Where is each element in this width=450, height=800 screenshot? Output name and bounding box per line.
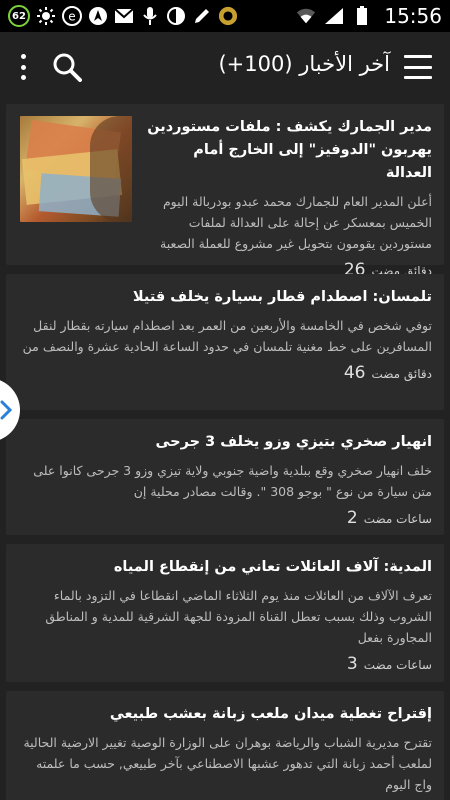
- mail-icon: [114, 6, 134, 26]
- article-card[interactable]: تلمسان: اصطدام قطار بسيارة يخلف قتيلا تو…: [6, 274, 444, 410]
- article-title[interactable]: إقتراح تغطية ميدان ملعب زبانة بعشب طبيعي: [20, 703, 432, 726]
- clock: 15:56: [384, 4, 442, 28]
- ring-app-icon: [218, 6, 238, 26]
- article-time: دقائق مضت 46: [20, 363, 432, 383]
- microphone-icon: [140, 6, 160, 26]
- article-title[interactable]: مدير الجمارك يكشف : ملفات مستوردين يهربو…: [144, 116, 432, 185]
- status-bar-left: 62 e: [8, 5, 238, 27]
- article-card[interactable]: انهيار صخري بتيزي وزو يخلف 3 جرحى خلف ان…: [6, 419, 444, 535]
- article-time-unit: ساعات مضت: [363, 512, 432, 526]
- chevron-right-icon: [0, 400, 12, 420]
- app-bar: آخر الأخبار (100+): [0, 32, 450, 102]
- article-title[interactable]: المدية: آلاف العائلات تعاني من إنقطاع ال…: [20, 556, 432, 579]
- overflow-menu-icon[interactable]: [18, 54, 28, 80]
- article-card[interactable]: مدير الجمارك يكشف : ملفات مستوردين يهربو…: [6, 104, 444, 280]
- article-time-number: 3: [346, 654, 358, 674]
- news-feed: مدير الجمارك يكشف : ملفات مستوردين يهربو…: [6, 104, 444, 800]
- page-title: آخر الأخبار (100+): [218, 52, 390, 76]
- e-app-icon: e: [62, 6, 82, 26]
- wifi-icon: [296, 6, 316, 26]
- article-snippet: أعلن المدير العام للجمارك محمد عبدو بودر…: [160, 194, 432, 251]
- article-time: ساعات مضت 3: [20, 654, 432, 674]
- article-time: ساعات مضت 2: [20, 508, 432, 528]
- article-title[interactable]: انهيار صخري بتيزي وزو يخلف 3 جرحى: [20, 431, 433, 454]
- article-time-number: 46: [343, 363, 366, 383]
- article-snippet: توفي شخص في الخامسة والأربعين من العمر ب…: [22, 318, 432, 354]
- navigation-icon: [88, 6, 108, 26]
- article-time-number: 2: [346, 508, 358, 528]
- svg-text:e: e: [68, 10, 75, 24]
- article-title[interactable]: تلمسان: اصطدام قطار بسيارة يخلف قتيلا: [20, 286, 432, 309]
- notification-count-icon: 62: [8, 5, 30, 27]
- article-card[interactable]: المدية: آلاف العائلات تعاني من إنقطاع ال…: [6, 544, 444, 682]
- article-snippet: تعرف الآلاف من العائلات منذ يوم الثلاثاء…: [45, 588, 432, 645]
- hamburger-menu-icon[interactable]: [404, 55, 432, 79]
- status-bar-right: 15:56: [296, 4, 442, 28]
- article-time-unit: دقائق مضت: [371, 367, 432, 381]
- signal-icon: [324, 6, 344, 26]
- battery-icon: [352, 6, 372, 26]
- article-thumbnail[interactable]: [20, 116, 132, 222]
- article-snippet: خلف انهيار صخري وقع ببلدية واضية جنوبي و…: [33, 463, 432, 499]
- pencil-icon: [192, 6, 212, 26]
- article-time-unit: ساعات مضت: [363, 658, 432, 672]
- search-icon[interactable]: [52, 52, 82, 82]
- brightness-icon: [36, 6, 56, 26]
- article-snippet: تقترح مديرية الشباب والرياضة بوهران على …: [23, 735, 432, 792]
- article-card[interactable]: إقتراح تغطية ميدان ملعب زبانة بعشب طبيعي…: [6, 691, 444, 800]
- contrast-icon: [166, 6, 186, 26]
- status-bar: 62 e 15:56: [0, 0, 450, 32]
